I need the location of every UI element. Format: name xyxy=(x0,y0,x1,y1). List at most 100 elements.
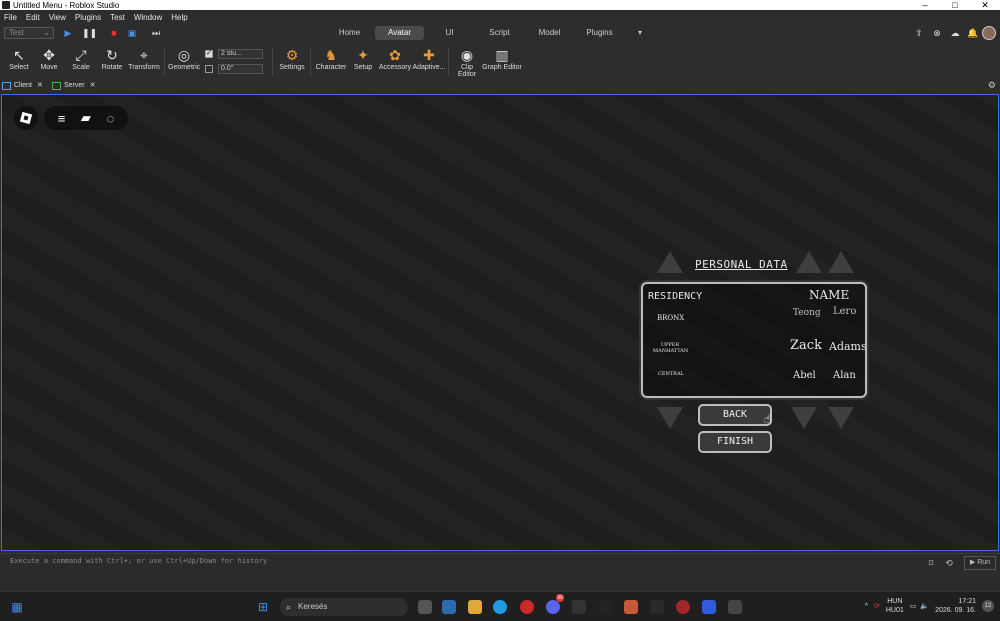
widgets-icon[interactable]: ▦ xyxy=(10,600,24,614)
tab-avatar[interactable]: Avatar xyxy=(375,26,424,40)
transform-tool[interactable]: ⌖ Transform xyxy=(128,46,160,71)
finish-button[interactable]: FINISH xyxy=(698,431,772,453)
arrow-down-left-icon[interactable] xyxy=(657,407,683,429)
residency-bronx[interactable]: BRONX xyxy=(657,314,684,322)
menu-test[interactable]: Test xyxy=(110,13,125,22)
history-icon[interactable]: ⟲ xyxy=(942,556,956,570)
clip-editor-tool[interactable]: ◉ Clip Editor xyxy=(452,46,482,78)
roblox-player-icon[interactable] xyxy=(702,600,716,614)
chevron-up-icon[interactable]: ^ xyxy=(865,603,868,610)
name-first-row-3[interactable]: Abel xyxy=(793,370,816,381)
close-button[interactable]: ✕ xyxy=(970,0,1000,10)
name-last-row-1[interactable]: Lero xyxy=(833,306,856,317)
rotate-snap[interactable]: 0.0° xyxy=(205,64,263,74)
move-snap[interactable]: ✓ 2 stu... xyxy=(205,49,263,59)
residency-upper-manhattan[interactable]: UPPER MANHATTAN xyxy=(653,342,688,354)
chat-icon[interactable]: ▰ xyxy=(81,110,91,126)
menu-help[interactable]: Help xyxy=(171,13,187,22)
hamburger-icon[interactable]: ≡ xyxy=(58,111,66,126)
back-button[interactable]: BACK xyxy=(698,404,772,426)
close-icon[interactable]: ✕ xyxy=(90,82,96,89)
name-last-row-2[interactable]: Adams xyxy=(829,340,865,353)
stop-icon[interactable]: ■ xyxy=(108,27,120,39)
network-icon[interactable]: ▭ xyxy=(910,602,917,610)
tab-ui[interactable]: UI xyxy=(425,26,474,40)
avatar[interactable] xyxy=(982,26,996,40)
move-snap-field[interactable]: 2 stu... xyxy=(218,49,263,59)
arrow-up-middle-icon[interactable] xyxy=(796,251,822,273)
maximize-button[interactable]: □ xyxy=(940,0,970,10)
adaptive-tool[interactable]: ✚ Adaptive... xyxy=(412,46,446,71)
folder-icon[interactable] xyxy=(468,600,482,614)
client-server-icon[interactable]: ▣ xyxy=(126,27,138,39)
task-view-icon[interactable] xyxy=(418,600,432,614)
menu-window[interactable]: Window xyxy=(134,13,162,22)
graph-editor-tool[interactable]: ▥ Graph Editor xyxy=(482,46,522,71)
pause-icon[interactable]: ❚❚ xyxy=(82,27,97,39)
menu-edit[interactable]: Edit xyxy=(26,13,40,22)
arrow-down-right-icon[interactable] xyxy=(828,407,854,429)
opera-icon[interactable] xyxy=(520,600,534,614)
tab-home[interactable]: Home xyxy=(325,26,374,40)
store-icon[interactable] xyxy=(442,600,456,614)
arrow-up-right-icon[interactable] xyxy=(828,251,854,273)
rotate-tool[interactable]: ↻ Rotate xyxy=(100,46,124,71)
start-icon[interactable]: ⊞ xyxy=(256,600,270,614)
archive-icon[interactable] xyxy=(624,600,638,614)
game-icon[interactable] xyxy=(676,600,690,614)
cloud-icon[interactable]: ☁ xyxy=(946,28,964,39)
name-last-row-3[interactable]: Alan xyxy=(833,370,856,381)
language-indicator[interactable]: HUN HU01 xyxy=(886,597,904,615)
select-tool[interactable]: ↖ Select xyxy=(8,46,30,71)
headset-icon[interactable]: ◌ xyxy=(106,111,114,126)
move-snap-checkbox[interactable]: ✓ xyxy=(205,50,213,58)
geometric-tool[interactable]: ◎ Geometric xyxy=(168,46,200,71)
minimize-button[interactable]: – xyxy=(910,0,940,10)
accessory-tool[interactable]: ✿ Accessory xyxy=(378,46,412,71)
bookmark-icon[interactable]: ⌑ xyxy=(924,556,938,570)
name-first-row-2[interactable]: Zack xyxy=(790,338,822,353)
tab-client[interactable]: Client ✕ xyxy=(0,80,43,92)
arrow-up-left-icon[interactable] xyxy=(657,251,683,273)
menu-view[interactable]: View xyxy=(49,13,66,22)
roblox-studio-taskbar-icon[interactable] xyxy=(728,600,742,614)
media-icon[interactable] xyxy=(598,600,612,614)
scale-tool[interactable]: ⤢ Scale xyxy=(70,46,92,71)
name-first-row-1[interactable]: Teong xyxy=(793,308,821,318)
tab-plugins[interactable]: Plugins xyxy=(575,26,624,40)
rotate-snap-field[interactable]: 0.0° xyxy=(218,64,263,74)
tabs-more-icon[interactable]: ▾ xyxy=(625,26,655,40)
share-icon[interactable]: ⇪ xyxy=(910,28,928,39)
menu-plugins[interactable]: Plugins xyxy=(75,13,101,22)
roblox-menu-icon[interactable] xyxy=(14,106,38,130)
tab-server[interactable]: Server ✕ xyxy=(50,80,96,92)
close-icon[interactable]: ✕ xyxy=(37,82,43,89)
edge-icon[interactable] xyxy=(493,600,507,614)
settings-tool[interactable]: ⚙ Settings xyxy=(278,46,306,71)
sync-icon[interactable]: ⟳ xyxy=(874,602,880,610)
discord-icon[interactable] xyxy=(546,600,560,614)
test-mode-select[interactable]: Test ⌄ xyxy=(4,27,54,39)
app-icon[interactable] xyxy=(650,600,664,614)
clock[interactable]: 17:21 2026. 09. 16. xyxy=(935,597,976,615)
tab-model[interactable]: Model xyxy=(525,26,574,40)
residency-central[interactable]: CENTRAL xyxy=(658,371,684,377)
terminal-icon[interactable] xyxy=(572,600,586,614)
volume-icon[interactable]: 🔈 xyxy=(920,602,929,610)
game-viewport[interactable]: ≡ ▰ ◌ PERSONAL DATA RESIDENCY NAME BRONX… xyxy=(1,94,999,551)
move-tool[interactable]: ✥ Move xyxy=(38,46,60,71)
arrow-down-middle-icon[interactable] xyxy=(791,407,817,429)
gear-icon[interactable]: ⚙ xyxy=(988,80,996,91)
menu-file[interactable]: File xyxy=(4,13,17,22)
step-icon[interactable]: ⏭ xyxy=(150,27,162,39)
character-tool[interactable]: ♞ Character xyxy=(314,46,348,71)
collab-icon[interactable]: ⊗ xyxy=(928,28,946,39)
setup-tool[interactable]: ✦ Setup xyxy=(352,46,374,71)
command-input[interactable]: Execute a command with Ctrl+; or use Ctr… xyxy=(10,557,267,565)
taskbar-search[interactable]: ⌕ Keresés xyxy=(280,598,408,616)
notification-badge[interactable]: 12 xyxy=(982,600,994,612)
play-icon[interactable]: ▶ xyxy=(62,27,74,39)
rotate-snap-checkbox[interactable] xyxy=(205,65,213,73)
run-button[interactable]: ▶ Run xyxy=(964,556,996,570)
bell-icon[interactable]: 🔔 xyxy=(964,28,982,39)
